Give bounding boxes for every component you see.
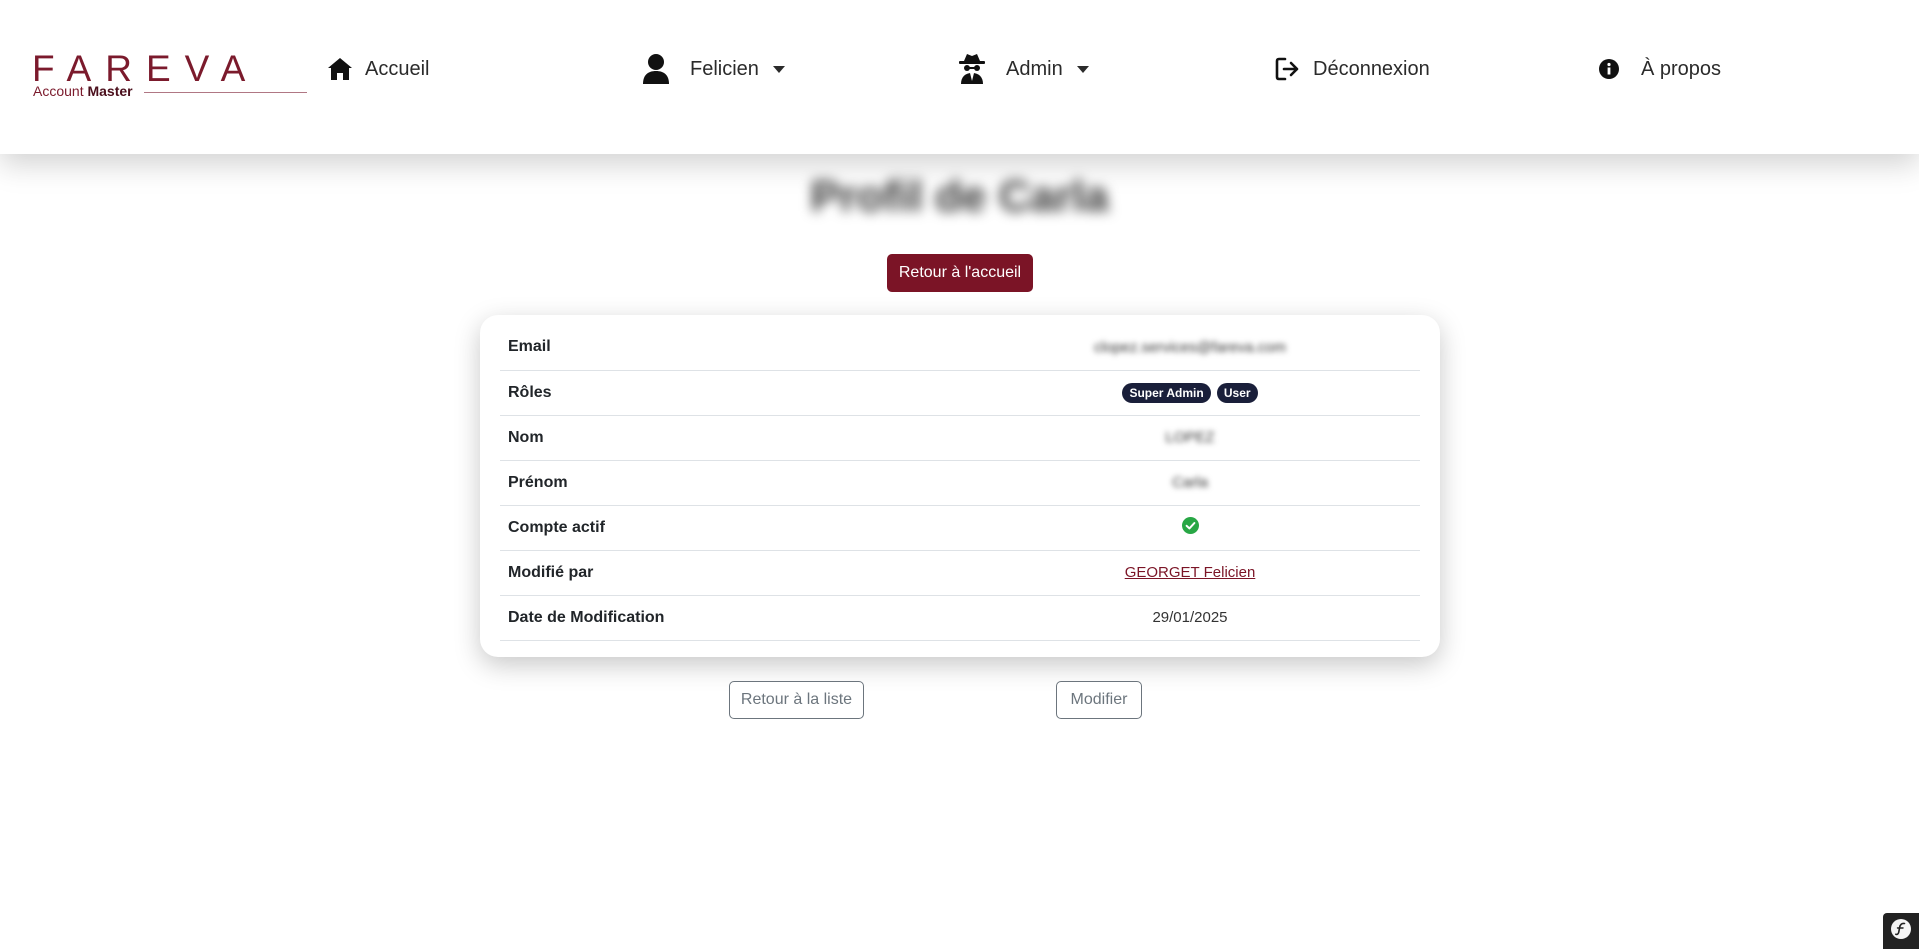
- table-row: Compte actif: [500, 505, 1420, 551]
- back-home-button[interactable]: Retour à l'accueil: [887, 254, 1033, 292]
- modified-date-label: Date de Modification: [500, 595, 960, 641]
- modified-by-cell: GEORGET Felicien: [960, 550, 1420, 596]
- roles-label: Rôles: [500, 370, 960, 416]
- profile-table: Email clopez.services@fareva.com Rôles S…: [500, 325, 1420, 641]
- brand-underline: [144, 92, 307, 93]
- role-badge: Super Admin: [1122, 382, 1211, 403]
- roles-value: Super Admin User: [960, 370, 1420, 416]
- role-badge: User: [1216, 382, 1258, 403]
- check-circle-icon: [1181, 517, 1199, 538]
- nav-admin-label: Admin: [1006, 57, 1063, 80]
- brand-subtitle-prefix: Account: [33, 83, 84, 99]
- symfony-toolbar-toggle[interactable]: [1883, 913, 1919, 949]
- brand-logo[interactable]: FAREVA Account Master: [32, 48, 307, 100]
- email-value: clopez.services@fareva.com: [960, 325, 1420, 371]
- table-row: Prénom Carla: [500, 460, 1420, 506]
- firstname-value: Carla: [960, 460, 1420, 506]
- brand-subtitle-bold: Master: [87, 83, 133, 99]
- table-row: Modifié par GEORGET Felicien: [500, 550, 1420, 596]
- logout-icon: [1275, 57, 1301, 81]
- home-icon: [327, 57, 353, 81]
- nav-about-label: À propos: [1641, 57, 1722, 80]
- chevron-down-icon: [1076, 65, 1089, 73]
- active-label: Compte actif: [500, 505, 960, 551]
- nav-logout-label: Déconnexion: [1313, 57, 1430, 80]
- nav-home-label: Accueil: [365, 57, 430, 80]
- table-row: Email clopez.services@fareva.com: [500, 325, 1420, 371]
- page-title: Profil de Carla: [810, 172, 1109, 221]
- modified-by-link[interactable]: GEORGET Felicien: [1125, 564, 1256, 581]
- user-icon: [642, 53, 670, 85]
- edit-button[interactable]: Modifier: [1056, 681, 1142, 719]
- chevron-down-icon: [772, 65, 785, 73]
- profile-card: Email clopez.services@fareva.com Rôles S…: [480, 315, 1440, 657]
- firstname-label: Prénom: [500, 460, 960, 506]
- back-to-list-button[interactable]: Retour à la liste: [729, 681, 864, 719]
- table-row: Nom LOPEZ: [500, 415, 1420, 461]
- nav-home[interactable]: Accueil: [327, 50, 429, 88]
- navbar: FAREVA Account Master Accueil Felicien A…: [0, 0, 1919, 154]
- info-icon: [1599, 59, 1619, 79]
- brand-subtitle: Account Master: [33, 84, 133, 98]
- nav-about[interactable]: À propos: [1599, 50, 1721, 88]
- active-value: [960, 505, 1420, 551]
- table-row: Rôles Super Admin User: [500, 370, 1420, 416]
- email-label: Email: [500, 325, 960, 371]
- modified-date-value: 29/01/2025: [960, 595, 1420, 641]
- table-row: Date de Modification 29/01/2025: [500, 595, 1420, 641]
- modified-by-label: Modifié par: [500, 550, 960, 596]
- brand-wordmark: FAREVA: [32, 48, 260, 89]
- spy-icon: [958, 53, 986, 85]
- nav-admin-dropdown[interactable]: Admin: [958, 50, 1089, 88]
- nav-user-label: Felicien: [690, 57, 759, 80]
- lastname-value: LOPEZ: [960, 415, 1420, 461]
- nav-logout[interactable]: Déconnexion: [1275, 50, 1430, 88]
- symfony-icon: [1890, 918, 1912, 945]
- lastname-label: Nom: [500, 415, 960, 461]
- nav-user-dropdown[interactable]: Felicien: [642, 50, 785, 88]
